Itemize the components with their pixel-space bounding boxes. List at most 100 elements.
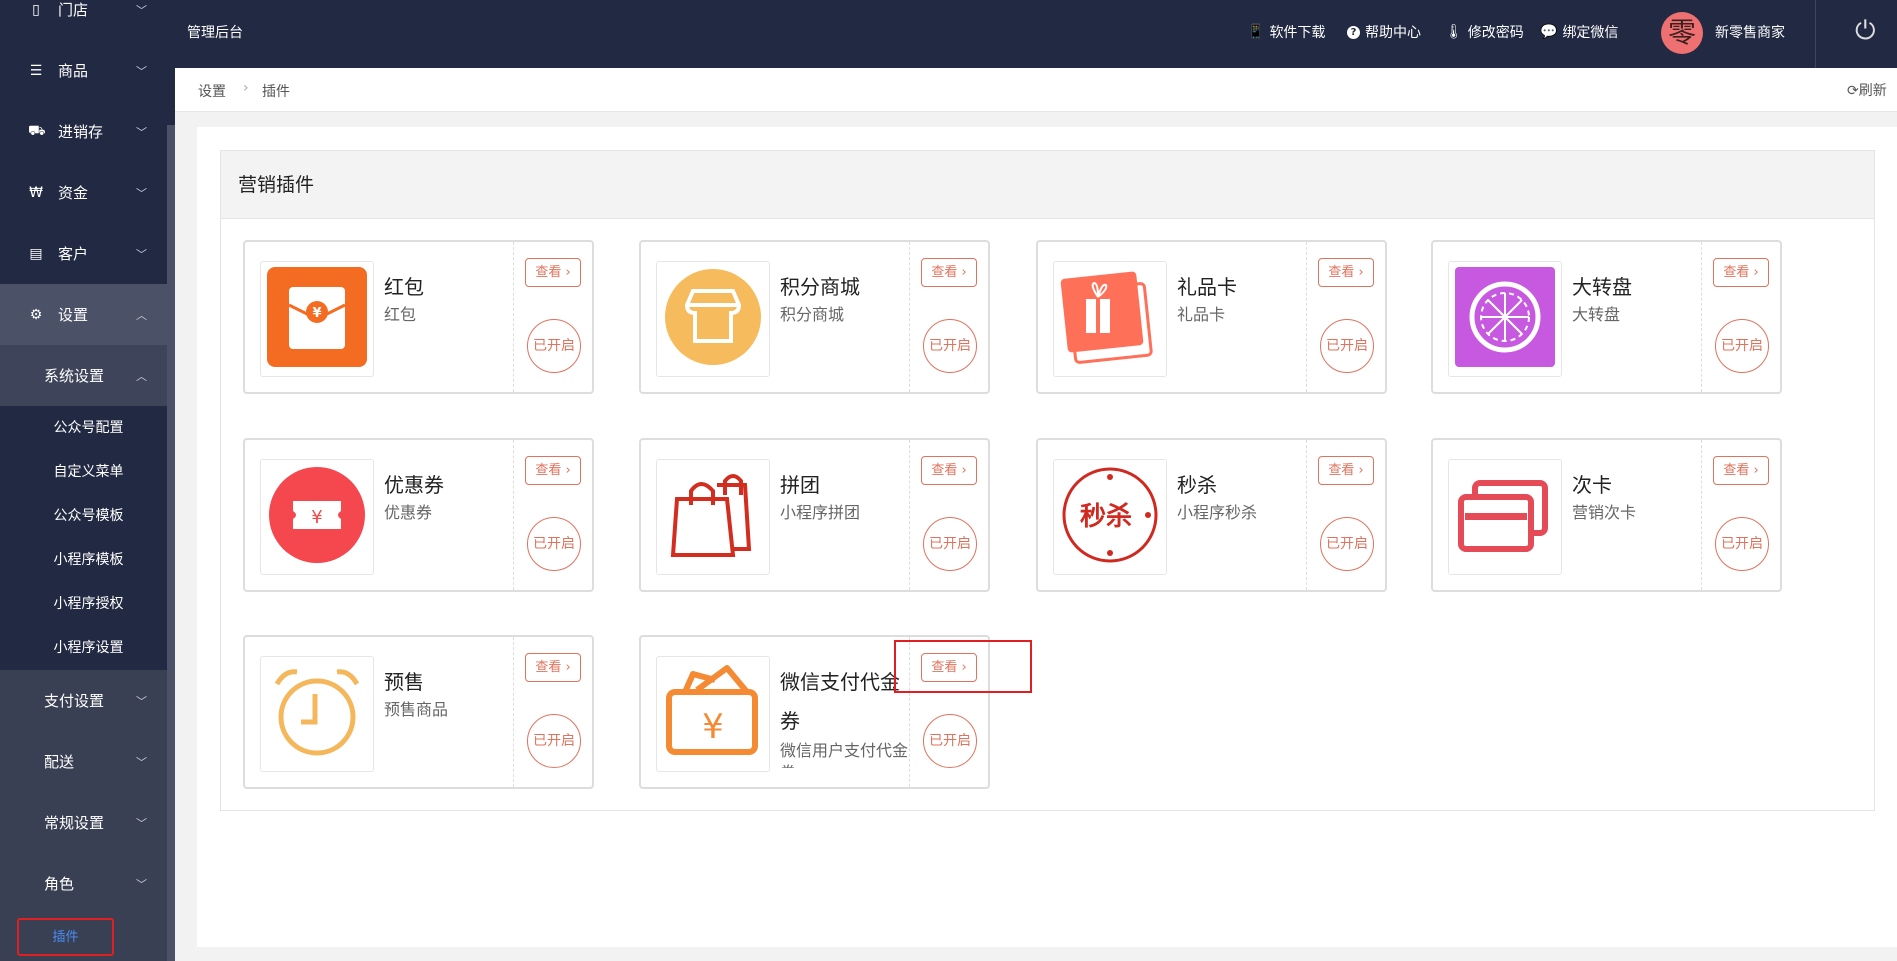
view-button[interactable]: 查看 ›: [921, 456, 977, 485]
enabled-status-badge[interactable]: 已开启: [1715, 517, 1769, 571]
sidebar-item-customers[interactable]: ▤客户﹀: [0, 223, 167, 284]
refresh-button[interactable]: ⟳刷新: [1847, 80, 1887, 100]
alarm-clock-icon: [267, 662, 367, 766]
sidebar-item-plugins[interactable]: 插件: [17, 918, 114, 956]
divider: [909, 242, 910, 392]
help-link[interactable]: ?帮助中心: [1347, 22, 1421, 42]
enabled-status-badge[interactable]: 已开启: [923, 714, 977, 768]
plugin-icon-box: ¥: [656, 656, 770, 772]
sidebar-item-system-settings[interactable]: 系统设置︿: [0, 345, 167, 406]
sidebar-subitem[interactable]: 小程序设置: [0, 626, 167, 670]
view-button[interactable]: 查看 ›: [1318, 456, 1374, 485]
view-button[interactable]: 查看 ›: [525, 456, 581, 485]
bag-icon: [663, 465, 763, 569]
plugin-desc: 预售商品: [384, 699, 512, 761]
plugin-icon-box: [1053, 261, 1167, 377]
sidebar-subitem[interactable]: 公众号模板: [0, 494, 167, 538]
sidebar-item-goods[interactable]: ☰商品﹀: [0, 40, 167, 101]
sidebar-item-store[interactable]: ▯门店﹀: [0, 0, 167, 40]
avatar[interactable]: 零: [1661, 12, 1703, 54]
enabled-status-badge[interactable]: 已开启: [1320, 517, 1374, 571]
chevron-down-icon: ﹀: [136, 693, 147, 709]
sidebar-item-funds[interactable]: ₩资金﹀: [0, 162, 167, 223]
plugin-icon-box: 秒杀: [1053, 459, 1167, 575]
svg-text:秒杀: 秒杀: [1080, 501, 1132, 532]
chevron-right-icon: ›: [561, 265, 570, 280]
view-button[interactable]: 查看 ›: [1713, 258, 1769, 287]
chevron-up-icon: ︿: [136, 307, 147, 323]
sidebar-item-payment-settings[interactable]: 支付设置﹀: [0, 670, 167, 731]
flash-sale-icon: 秒杀: [1060, 465, 1160, 569]
plugin-desc: 优惠券: [384, 502, 512, 564]
view-button[interactable]: 查看 ›: [921, 258, 977, 287]
enabled-status-badge[interactable]: 已开启: [923, 517, 977, 571]
plugin-card: 拼团 小程序拼团 查看 › 已开启: [639, 438, 990, 592]
chevron-right-icon: ›: [1749, 265, 1758, 280]
enabled-status-badge[interactable]: 已开启: [527, 517, 581, 571]
svg-text:¥: ¥: [702, 707, 724, 747]
view-button[interactable]: 查看 ›: [1713, 456, 1769, 485]
plugin-desc: 营销次卡: [1572, 502, 1700, 564]
plugin-icon-box: ¥: [260, 261, 374, 377]
enabled-status-badge[interactable]: 已开启: [527, 319, 581, 373]
breadcrumb-settings[interactable]: 设置: [198, 81, 226, 101]
sidebar-scrollbar[interactable]: [167, 125, 175, 961]
plugin-card: 大转盘 大转盘 查看 › 已开启: [1431, 240, 1782, 394]
plugin-card: 预售 预售商品 查看 › 已开启: [243, 635, 594, 789]
enabled-status-badge[interactable]: 已开启: [1320, 319, 1374, 373]
refresh-icon: ⟳: [1847, 83, 1859, 99]
svg-text:¥: ¥: [312, 306, 321, 321]
plugin-title: 次卡: [1572, 466, 1700, 505]
chevron-right-icon: ›: [561, 660, 570, 675]
sidebar-item-delivery[interactable]: 配送﹀: [0, 731, 167, 792]
chevron-up-icon: ︿: [136, 368, 147, 384]
chevron-down-icon: ﹀: [136, 124, 147, 140]
enabled-status-badge[interactable]: 已开启: [923, 319, 977, 373]
sidebar-item-general-settings[interactable]: 常规设置﹀: [0, 792, 167, 853]
plugin-title: 秒杀: [1177, 466, 1305, 505]
view-button[interactable]: 查看 ›: [525, 258, 581, 287]
enabled-status-badge[interactable]: 已开启: [1715, 319, 1769, 373]
bind-wechat-link[interactable]: 💬绑定微信: [1540, 22, 1618, 42]
enabled-status-badge[interactable]: 已开启: [527, 714, 581, 768]
shop-icon: [663, 267, 763, 371]
plugin-title: 大转盘: [1572, 268, 1700, 307]
plugin-title: 拼团: [780, 466, 908, 505]
view-button[interactable]: 查看 ›: [525, 653, 581, 682]
view-button[interactable]: 查看 ›: [1318, 258, 1374, 287]
id-card-icon: ▤: [28, 246, 44, 262]
chevron-right-icon: ›: [1749, 463, 1758, 478]
plugin-card: ¥ 优惠券 优惠券 查看 › 已开启: [243, 438, 594, 592]
sidebar-subitem[interactable]: 小程序模板: [0, 538, 167, 582]
chevron-right-icon: ›: [1354, 463, 1363, 478]
chat-icon: 💬: [1540, 24, 1557, 40]
chevron-down-icon: ﹀: [136, 185, 147, 201]
wheel-icon: [1455, 267, 1555, 371]
sidebar-subitem[interactable]: 公众号配置: [0, 406, 167, 450]
user-name[interactable]: 新零售商家: [1715, 22, 1785, 42]
chevron-down-icon: ﹀: [136, 246, 147, 262]
chevron-down-icon: ﹀: [136, 2, 147, 18]
breadcrumb-current: 插件: [262, 81, 290, 101]
top-header: 管理后台 📱软件下载 ?帮助中心 🌡修改密码 💬绑定微信 零 新零售商家 ⏻: [175, 0, 1897, 68]
submenu: 公众号配置 自定义菜单 公众号模板 小程序模板 小程序授权 小程序设置: [0, 406, 167, 670]
sidebar-item-roles[interactable]: 角色﹀: [0, 853, 167, 914]
divider: [1701, 440, 1702, 590]
plugin-icon-box: [1448, 459, 1562, 575]
sidebar-subitem[interactable]: 自定义菜单: [0, 450, 167, 494]
change-password-link[interactable]: 🌡修改密码: [1445, 22, 1524, 42]
chevron-right-icon: ›: [561, 463, 570, 478]
coupon-icon: ¥: [267, 465, 367, 569]
phone-app-icon: 📱: [1247, 24, 1264, 40]
plugin-title: 红包: [384, 268, 512, 307]
chevron-right-icon: ›: [957, 265, 966, 280]
sidebar-item-inventory[interactable]: ⛟进销存﹀: [0, 101, 167, 162]
sidebar-subitem[interactable]: 小程序授权: [0, 582, 167, 626]
plugin-icon-box: [656, 261, 770, 377]
sidebar-item-settings[interactable]: ⚙设置︿: [0, 284, 167, 345]
truck-icon: ⛟: [28, 123, 44, 141]
sidebar: ▯门店﹀ ☰商品﹀ ⛟进销存﹀ ₩资金﹀ ▤客户﹀ ⚙设置︿ 系统设置︿ 公众号…: [0, 0, 175, 961]
power-icon[interactable]: ⏻: [1855, 16, 1876, 47]
plugin-title: 礼品卡: [1177, 268, 1305, 307]
download-link[interactable]: 📱软件下载: [1247, 22, 1325, 42]
